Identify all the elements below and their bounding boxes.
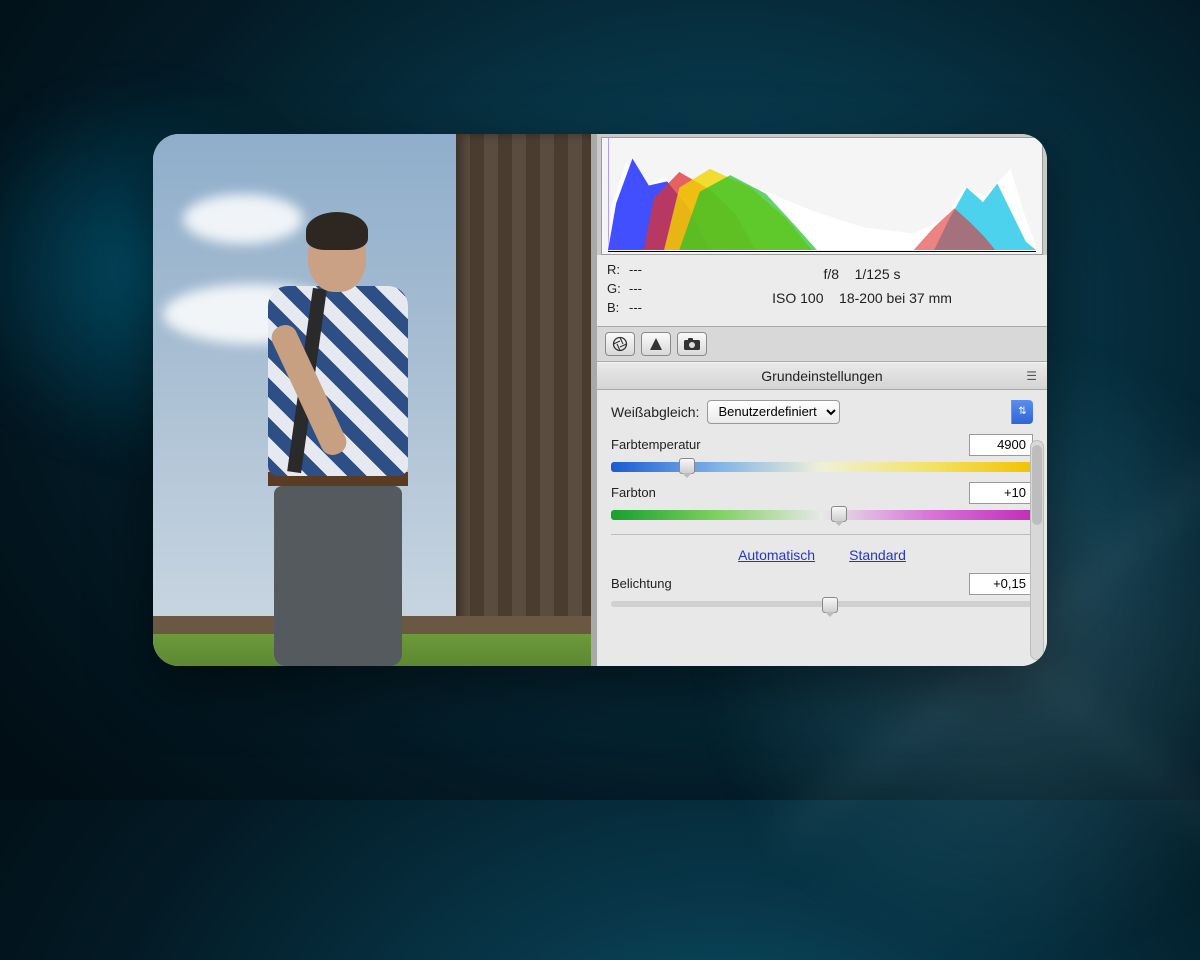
triangle-icon: [648, 336, 664, 352]
iso-value: ISO 100: [772, 290, 823, 306]
g-value: ---: [629, 281, 642, 296]
tone-curve-tool-button[interactable]: [641, 332, 671, 356]
camera-tool-button[interactable]: [677, 332, 707, 356]
white-balance-select[interactable]: Benutzerdefiniert: [707, 400, 840, 424]
aperture-tool-button[interactable]: [605, 332, 635, 356]
histogram[interactable]: [601, 137, 1043, 255]
lens-value: 18-200 bei 37 mm: [839, 290, 952, 306]
tint-slider-block: Farbton: [611, 482, 1033, 520]
panel-scrollbar[interactable]: [1030, 440, 1044, 660]
panel-menu-icon[interactable]: ☰: [1026, 369, 1037, 383]
aperture-value: f/8: [823, 266, 839, 282]
exposure-thumb[interactable]: [822, 597, 838, 613]
tint-label: Farbton: [611, 485, 656, 500]
info-row: R:--- G:--- B:--- f/8 1/125 s ISO 100 18…: [597, 255, 1047, 327]
image-preview[interactable]: [153, 134, 597, 666]
auto-link[interactable]: Automatisch: [738, 547, 815, 563]
r-label: R:: [607, 261, 629, 280]
camera-icon: [683, 337, 701, 351]
aperture-icon: [612, 336, 628, 352]
temperature-label: Farbtemperatur: [611, 437, 701, 452]
r-value: ---: [629, 262, 642, 277]
temperature-slider-block: Farbtemperatur: [611, 434, 1033, 472]
dropdown-arrows-icon: ⇅: [1011, 400, 1033, 424]
temperature-thumb[interactable]: [679, 458, 695, 474]
temperature-value-input[interactable]: [969, 434, 1033, 456]
white-balance-label: Weißabgleich:: [611, 404, 699, 420]
histogram-svg: [608, 146, 1036, 250]
white-balance-row: Weißabgleich: Benutzerdefiniert ⇅: [611, 400, 1033, 424]
divider: [611, 534, 1033, 535]
tint-value-input[interactable]: [969, 482, 1033, 504]
b-label: B:: [607, 299, 629, 318]
section-title: Grundeinstellungen: [761, 368, 882, 384]
exposure-value-input[interactable]: [969, 573, 1033, 595]
barn-wall: [456, 134, 591, 666]
exposure-slider-block: Belichtung: [611, 573, 1033, 607]
exposure-label: Belichtung: [611, 576, 672, 591]
camera-metadata: f/8 1/125 s ISO 100 18-200 bei 37 mm: [687, 261, 1037, 318]
person: [208, 196, 448, 656]
develop-panel: R:--- G:--- B:--- f/8 1/125 s ISO 100 18…: [597, 134, 1047, 666]
basic-settings: Weißabgleich: Benutzerdefiniert ⇅ Farbte…: [597, 390, 1047, 666]
shutter-value: 1/125 s: [855, 266, 901, 282]
auto-default-links: Automatisch Standard: [611, 547, 1033, 563]
section-header-basic: Grundeinstellungen ☰: [597, 362, 1047, 390]
tool-row: [597, 327, 1047, 362]
g-label: G:: [607, 280, 629, 299]
temperature-track[interactable]: [611, 462, 1033, 472]
tint-track[interactable]: [611, 510, 1033, 520]
tint-thumb[interactable]: [831, 506, 847, 522]
exposure-track[interactable]: [611, 601, 1033, 607]
scrollbar-handle[interactable]: [1032, 445, 1042, 525]
white-balance-select-wrap: Benutzerdefiniert ⇅: [707, 400, 1033, 424]
rgb-readout: R:--- G:--- B:---: [607, 261, 687, 318]
default-link[interactable]: Standard: [849, 547, 906, 563]
app-card: R:--- G:--- B:--- f/8 1/125 s ISO 100 18…: [153, 134, 1047, 666]
b-value: ---: [629, 300, 642, 315]
